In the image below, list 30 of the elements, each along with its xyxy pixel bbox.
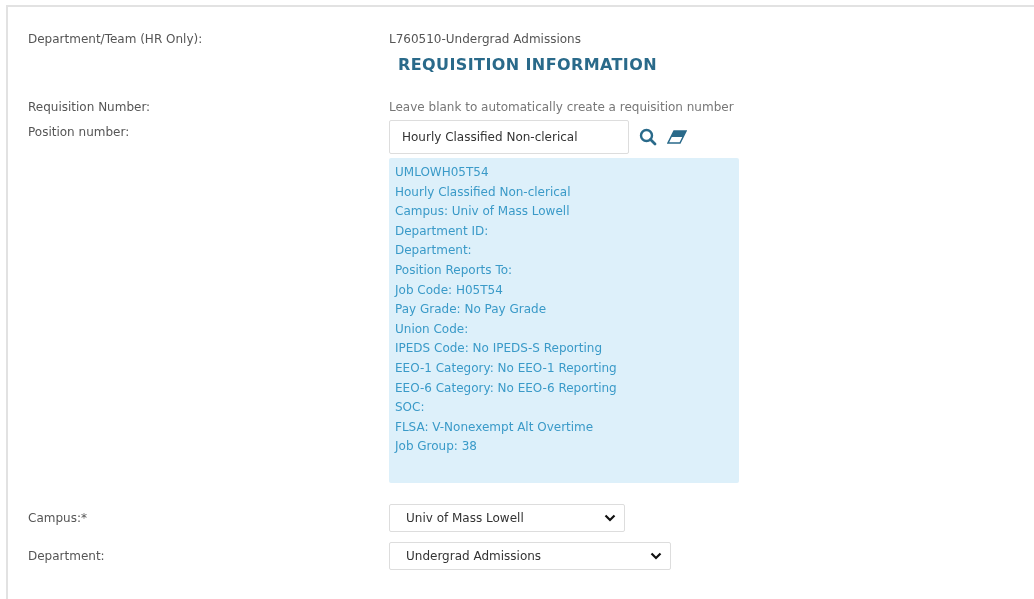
eraser-icon[interactable] bbox=[667, 130, 687, 144]
position-input[interactable]: Hourly Classified Non-clerical bbox=[389, 120, 629, 154]
detail-line: Hourly Classified Non-clerical bbox=[395, 183, 572, 201]
field-label: Campus:* bbox=[28, 510, 88, 527]
field-value: L760510-Undergrad Admissions bbox=[389, 31, 581, 48]
field-label: Requisition Number: bbox=[28, 99, 152, 116]
field-label: Department: bbox=[28, 548, 106, 565]
detail-line: Department ID: bbox=[395, 222, 490, 240]
detail-line: Pay Grade: No Pay Grade bbox=[395, 301, 548, 319]
hint-text: Leave blank to automatically create a requisition number bbox=[389, 99, 734, 116]
detail-line: SOC: bbox=[395, 399, 426, 417]
department-select[interactable]: Undergrad Admissions bbox=[389, 542, 671, 570]
chevron-down-icon bbox=[604, 514, 616, 522]
detail-line: Department: bbox=[395, 242, 473, 260]
detail-line: Job Group: 38 bbox=[395, 438, 478, 456]
detail-line: IPEDS Code: No IPEDS-S Reporting bbox=[395, 340, 604, 358]
search-icon[interactable] bbox=[639, 128, 657, 146]
detail-line: Campus: Univ of Mass Lowell bbox=[395, 203, 571, 221]
campus-select[interactable]: Univ of Mass Lowell bbox=[389, 504, 625, 532]
detail-line: UMLOWH05T54 bbox=[395, 164, 490, 181]
field-label: Department/Team (HR Only): bbox=[28, 31, 204, 48]
detail-line: Union Code: bbox=[395, 320, 470, 338]
detail-line: Position Reports To: bbox=[395, 261, 514, 279]
detail-line: EEO-6 Category: No EEO-6 Reporting bbox=[395, 379, 618, 397]
detail-line: Job Code: H05T54 bbox=[395, 281, 504, 299]
chevron-down-icon bbox=[650, 552, 662, 560]
detail-line: EEO-1 Category: No EEO-1 Reporting bbox=[395, 359, 618, 377]
detail-line: FLSA: V-Nonexempt Alt Overtime bbox=[395, 418, 595, 436]
field-label: Position number: bbox=[28, 124, 131, 141]
section-heading: REQUISITION INFORMATION bbox=[398, 54, 658, 76]
